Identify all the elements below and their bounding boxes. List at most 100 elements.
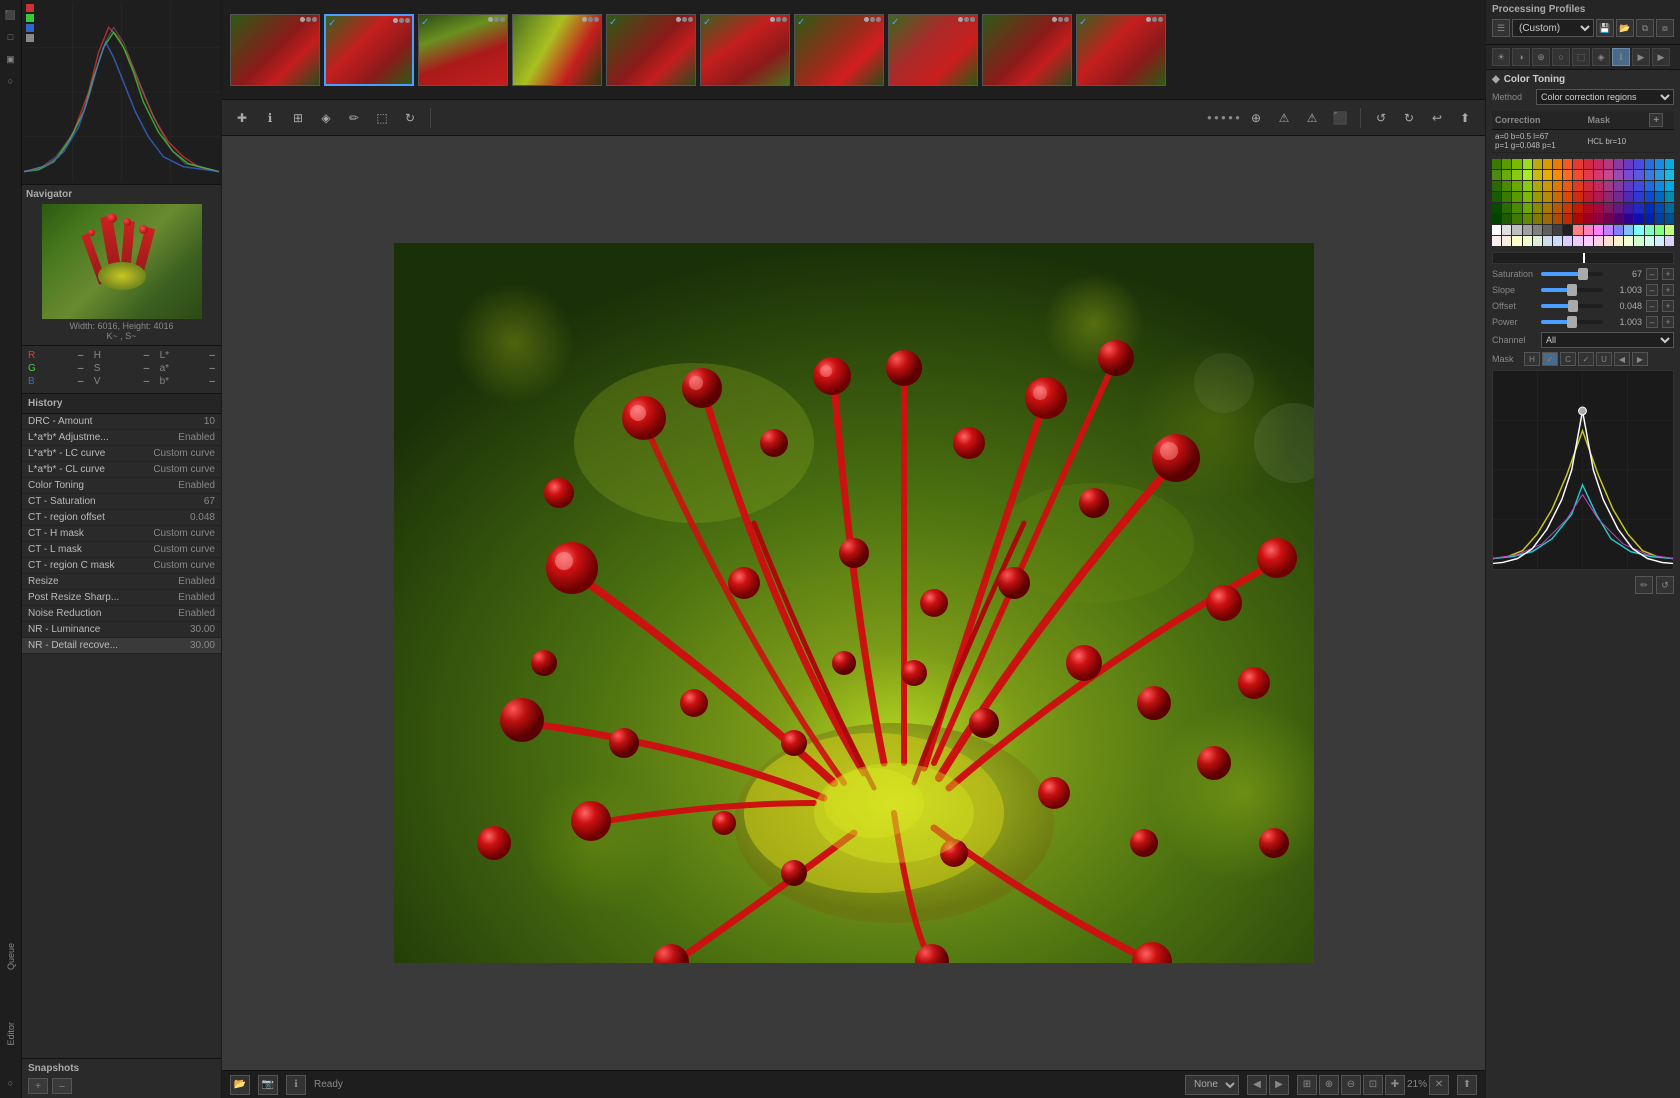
filmstrip-thumb-8[interactable]: ✓ bbox=[888, 14, 978, 86]
output-profile-select[interactable]: None bbox=[1185, 1075, 1239, 1095]
status-info-btn[interactable]: ℹ bbox=[286, 1075, 306, 1095]
saturation-plus-btn[interactable]: + bbox=[1662, 268, 1674, 280]
toolbar-warn1-btn[interactable]: ⚠ bbox=[1272, 106, 1296, 130]
palette-cell[interactable] bbox=[1655, 181, 1664, 191]
palette-cell[interactable] bbox=[1584, 159, 1593, 169]
palette-cell[interactable] bbox=[1634, 181, 1643, 191]
palette-cell[interactable] bbox=[1533, 203, 1542, 213]
curve-action-1[interactable]: ✏ bbox=[1635, 576, 1653, 594]
tool-raw-icon[interactable]: ◈ bbox=[1592, 48, 1610, 66]
tool-info-btn[interactable]: ℹ bbox=[258, 106, 282, 130]
palette-cell[interactable] bbox=[1553, 192, 1562, 202]
palette-cell[interactable] bbox=[1645, 170, 1654, 180]
palette-cell[interactable] bbox=[1624, 225, 1633, 235]
palette-cell[interactable] bbox=[1553, 170, 1562, 180]
palette-cell[interactable] bbox=[1563, 181, 1572, 191]
palette-cell[interactable] bbox=[1604, 203, 1613, 213]
profile-save-btn[interactable]: 💾 bbox=[1596, 19, 1614, 37]
profile-list-icon[interactable]: ☰ bbox=[1492, 19, 1510, 37]
palette-cell[interactable] bbox=[1604, 159, 1613, 169]
palette-cell[interactable] bbox=[1523, 214, 1532, 224]
palette-cell[interactable] bbox=[1655, 159, 1664, 169]
history-item[interactable]: NR - Detail recove...30.00 bbox=[22, 638, 221, 654]
profile-copy-btn[interactable]: ⧉ bbox=[1636, 19, 1654, 37]
palette-cell[interactable] bbox=[1584, 192, 1593, 202]
palette-cell[interactable] bbox=[1594, 203, 1603, 213]
palette-cell[interactable] bbox=[1553, 214, 1562, 224]
palette-cell[interactable] bbox=[1614, 192, 1623, 202]
palette-cell[interactable] bbox=[1614, 170, 1623, 180]
sidebar-icon-4[interactable]: ○ bbox=[2, 72, 20, 90]
palette-cell[interactable] bbox=[1665, 236, 1674, 246]
palette-cell[interactable] bbox=[1533, 225, 1542, 235]
palette-cell[interactable] bbox=[1604, 181, 1613, 191]
palette-cell[interactable] bbox=[1655, 192, 1664, 202]
palette-cell[interactable] bbox=[1645, 192, 1654, 202]
filmstrip-thumb-5[interactable]: ✓ bbox=[606, 14, 696, 86]
tool-color-icon[interactable]: ◑ bbox=[1512, 48, 1530, 66]
palette-cell[interactable] bbox=[1645, 203, 1654, 213]
zoom-100-btn[interactable]: ⊡ bbox=[1363, 1075, 1383, 1095]
toolbar-warn2-btn[interactable]: ⚠ bbox=[1300, 106, 1324, 130]
palette-cell[interactable] bbox=[1563, 214, 1572, 224]
palette-cell[interactable] bbox=[1645, 214, 1654, 224]
filmstrip-thumb-6[interactable]: ✓ bbox=[700, 14, 790, 86]
palette-cell[interactable] bbox=[1573, 236, 1582, 246]
palette-cell[interactable] bbox=[1655, 203, 1664, 213]
toolbar-zoom-btn[interactable]: ⊕ bbox=[1244, 106, 1268, 130]
palette-cell[interactable] bbox=[1645, 159, 1654, 169]
palette-cell[interactable] bbox=[1553, 159, 1562, 169]
palette-cell[interactable] bbox=[1523, 181, 1532, 191]
mask-c-btn[interactable]: C bbox=[1560, 352, 1576, 366]
palette-cell[interactable] bbox=[1543, 170, 1552, 180]
palette-cell[interactable] bbox=[1655, 236, 1664, 246]
palette-cell[interactable] bbox=[1594, 236, 1603, 246]
sidebar-icon-2[interactable]: □ bbox=[2, 28, 20, 46]
tool-exposure-icon[interactable]: ☀ bbox=[1492, 48, 1510, 66]
palette-cell[interactable] bbox=[1512, 192, 1521, 202]
slope-plus-btn[interactable]: + bbox=[1662, 284, 1674, 296]
history-item[interactable]: Noise ReductionEnabled bbox=[22, 606, 221, 622]
profile-select[interactable]: (Custom) bbox=[1512, 19, 1594, 37]
palette-cell[interactable] bbox=[1543, 225, 1552, 235]
history-item[interactable]: L*a*b* - CL curveCustom curve bbox=[22, 462, 221, 478]
mask-check2-btn[interactable]: ✓ bbox=[1578, 352, 1594, 366]
palette-cell[interactable] bbox=[1665, 170, 1674, 180]
palette-cell[interactable] bbox=[1563, 236, 1572, 246]
palette-cell[interactable] bbox=[1533, 236, 1542, 246]
palette-cell[interactable] bbox=[1614, 203, 1623, 213]
palette-cell[interactable] bbox=[1624, 214, 1633, 224]
palette-cell[interactable] bbox=[1492, 203, 1501, 213]
offset-thumb[interactable] bbox=[1568, 300, 1578, 312]
offset-plus-btn[interactable]: + bbox=[1662, 300, 1674, 312]
palette-cell[interactable] bbox=[1665, 192, 1674, 202]
zoom-fit-btn[interactable]: ⊞ bbox=[1297, 1075, 1317, 1095]
correction-add-btn[interactable]: + bbox=[1649, 113, 1663, 127]
palette-cell[interactable] bbox=[1655, 214, 1664, 224]
palette-cell[interactable] bbox=[1573, 203, 1582, 213]
slope-track[interactable] bbox=[1541, 288, 1603, 292]
palette-cell[interactable] bbox=[1512, 159, 1521, 169]
tool-edit-btn[interactable]: ✏ bbox=[342, 106, 366, 130]
nav-next-btn[interactable]: ▶ bbox=[1269, 1075, 1289, 1095]
history-item[interactable]: CT - H maskCustom curve bbox=[22, 526, 221, 542]
offset-track[interactable] bbox=[1541, 304, 1603, 308]
tool-crop-btn[interactable]: ⬚ bbox=[370, 106, 394, 130]
channel-select[interactable]: All bbox=[1541, 332, 1674, 348]
history-item[interactable]: NR - Luminance30.00 bbox=[22, 622, 221, 638]
offset-minus-btn[interactable]: – bbox=[1646, 300, 1658, 312]
palette-cell[interactable] bbox=[1614, 159, 1623, 169]
history-item[interactable]: ResizeEnabled bbox=[22, 574, 221, 590]
toolbar-undo-btn[interactable]: ↺ bbox=[1369, 106, 1393, 130]
palette-cell[interactable] bbox=[1634, 225, 1643, 235]
palette-cell[interactable] bbox=[1492, 225, 1501, 235]
palette-cell[interactable] bbox=[1665, 181, 1674, 191]
zoom-add-btn[interactable]: ✚ bbox=[1385, 1075, 1405, 1095]
palette-cell[interactable] bbox=[1604, 170, 1613, 180]
zoom-close-btn[interactable]: ✕ bbox=[1429, 1075, 1449, 1095]
palette-cell[interactable] bbox=[1563, 225, 1572, 235]
palette-cell[interactable] bbox=[1594, 225, 1603, 235]
palette-cell[interactable] bbox=[1533, 181, 1542, 191]
palette-cell[interactable] bbox=[1543, 159, 1552, 169]
palette-cell[interactable] bbox=[1492, 236, 1501, 246]
